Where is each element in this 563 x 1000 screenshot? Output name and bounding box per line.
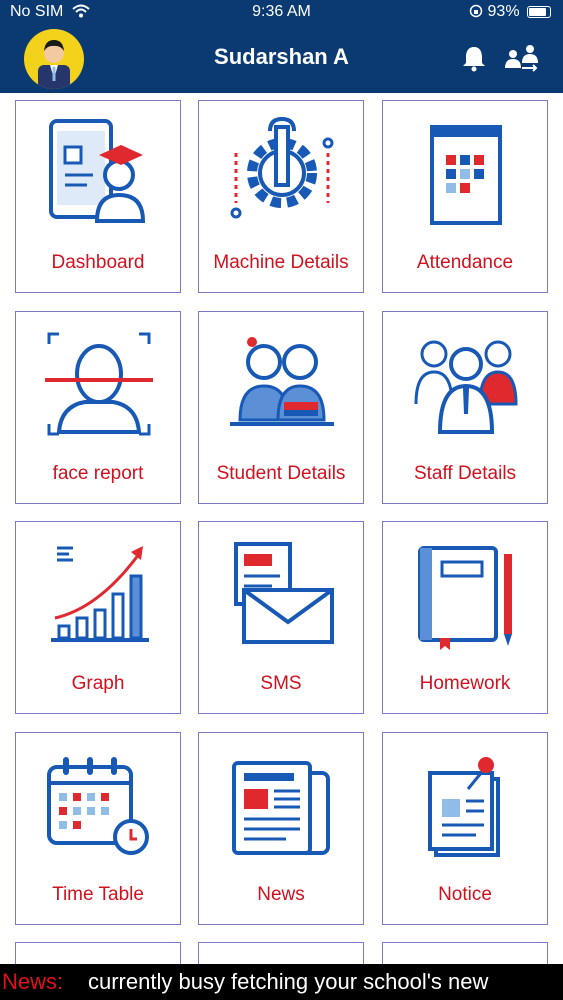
face-scan-icon [45, 332, 153, 436]
tile-label: Homework [419, 673, 511, 694]
tile-label: Attendance [416, 252, 514, 273]
tile-label: SMS [260, 673, 302, 694]
tile-news[interactable]: News [198, 732, 364, 925]
tile-staff-details[interactable]: Staff Details [382, 311, 548, 504]
tile-label: Graph [71, 673, 125, 694]
status-bar: No SIM 9:36 AM 93% [0, 0, 563, 26]
tile-face-report[interactable]: face report [15, 311, 181, 504]
app-header: No SIM 9:36 AM 93% Sudarshan A [0, 0, 563, 93]
graph-icon [51, 546, 149, 642]
news-ticker[interactable]: News: currently busy fetching your schoo… [0, 964, 563, 1000]
tile-graph[interactable]: Graph [15, 521, 181, 714]
tile-machine-details[interactable]: Machine Details [198, 100, 364, 293]
tile-time-table[interactable]: Time Table [15, 732, 181, 925]
ticker-text: currently busy fetching your school's ne… [88, 969, 489, 994]
attendance-calendar-icon [430, 125, 502, 225]
tile-label: News [257, 884, 305, 905]
orientation-lock-icon [469, 3, 487, 20]
gear-wrench-icon [230, 116, 334, 219]
tile-label: Student Details [216, 463, 346, 484]
tile-label: face report [52, 463, 144, 484]
staff-icon [414, 340, 518, 434]
homework-book-icon [418, 546, 512, 650]
battery-icon [527, 5, 551, 18]
tile-homework[interactable]: Homework [382, 521, 548, 714]
tile-label: Notice [438, 884, 492, 905]
tile-notice[interactable]: Notice [382, 732, 548, 925]
battery-status: 93% [469, 3, 551, 21]
bell-icon[interactable] [461, 44, 487, 77]
tile-student-details[interactable]: Student Details [198, 311, 364, 504]
switch-user-icon[interactable] [502, 42, 542, 79]
students-icon [230, 337, 334, 426]
timetable-calendar-icon [47, 757, 149, 855]
tile-label: Time Table [52, 884, 144, 905]
dashboard-icon [49, 119, 146, 223]
tile-label: Staff Details [413, 463, 517, 484]
newspaper-icon [232, 761, 330, 855]
tile-sms[interactable]: SMS [198, 521, 364, 714]
ticker-label: News: [2, 969, 64, 994]
tile-attendance[interactable]: Attendance [382, 100, 548, 293]
tile-label: Dashboard [51, 252, 145, 273]
tile-dashboard[interactable]: Dashboard [15, 100, 181, 293]
tile-label: Machine Details [213, 252, 349, 273]
sms-mail-icon [234, 542, 334, 644]
notice-pin-icon [428, 757, 500, 857]
